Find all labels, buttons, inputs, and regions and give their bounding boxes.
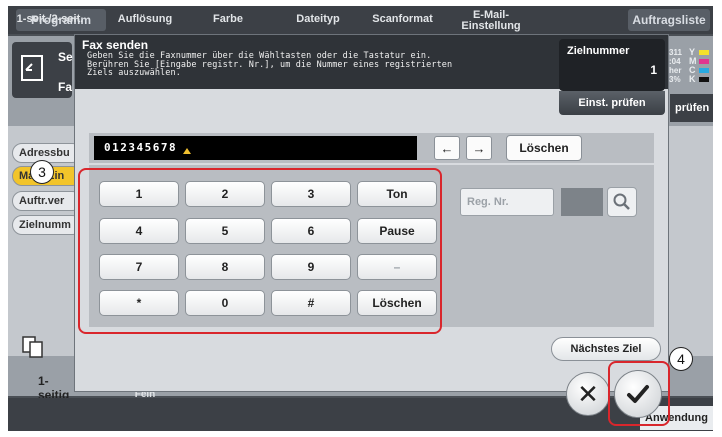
keypad-highlight-frame <box>78 168 442 334</box>
clear-number-button[interactable]: Löschen <box>506 135 582 161</box>
reg-number-display <box>561 188 603 216</box>
callout-3: 3 <box>30 160 54 184</box>
document-icon <box>21 55 43 81</box>
toner-c-bar <box>699 68 709 73</box>
duplex-panel[interactable]: 1-seitig <box>12 328 78 402</box>
toner-y-bar <box>699 50 709 55</box>
duplex-icon <box>22 336 43 358</box>
next-target-button[interactable]: Nächstes Ziel <box>551 337 661 361</box>
input-row: 012345678 ← → Löschen <box>89 133 654 163</box>
ziel-number-label: Zielnummer <box>567 45 630 57</box>
info-line-3: her <box>669 66 682 75</box>
fax-mode-label-1: Se <box>58 50 73 64</box>
info-line-2: :04 <box>669 57 681 66</box>
status-info: 311 :04 her 3% Y M C K <box>669 48 709 84</box>
side-item-adressbuch[interactable]: Adressbu <box>12 143 82 163</box>
callout-4: 4 <box>669 347 693 371</box>
fax-number-field[interactable]: 012345678 <box>94 136 417 160</box>
toner-k-bar <box>699 77 709 82</box>
bottom-tab-email-einstellung[interactable]: E-Mail- Einstellung <box>456 10 526 32</box>
dialog-instruction: Geben Sie die Faxnummer über die Wähltas… <box>87 51 453 78</box>
bottom-tab-farbe[interactable]: Farbe <box>198 14 258 25</box>
screen: Programm Auftragsliste Se Fa Adressbu Ma… <box>8 6 713 431</box>
side-item-auftragsverlauf[interactable]: Auftr.ver <box>12 191 82 211</box>
einst-pruefen-button[interactable]: Einst. prüfen <box>559 91 665 115</box>
side-item-zielnummer[interactable]: Zielnumm <box>12 215 82 235</box>
ok-highlight-frame <box>608 361 670 426</box>
toner-m-bar <box>699 59 709 64</box>
dialog-title: Fax senden <box>82 38 149 52</box>
bottom-tab-scanformat[interactable]: Scanformat <box>360 14 445 25</box>
info-line-1: 311 <box>669 48 682 57</box>
arrow-right-button[interactable]: → <box>466 136 492 160</box>
bottom-tab-duplex[interactable]: 1-seit./2-seit. <box>10 14 90 25</box>
close-icon: ✕ <box>577 378 599 409</box>
bottom-tab-aufloesung[interactable]: Auflösung <box>110 14 180 25</box>
reg-number-field[interactable]: Reg. Nr. <box>460 188 554 216</box>
toner-k-label: K <box>689 74 696 84</box>
pruefen-button[interactable]: prüfen <box>670 94 713 122</box>
ziel-number-value: 1 <box>650 63 657 77</box>
fax-mode-panel[interactable]: Se Fa <box>12 42 73 98</box>
arrow-left-button[interactable]: ← <box>434 136 460 160</box>
search-icon <box>613 193 630 210</box>
bottom-tab-dateityp[interactable]: Dateityp <box>283 14 353 25</box>
tab-auftragsliste[interactable]: Auftragsliste <box>628 9 710 31</box>
ziel-number-box: Zielnummer 1 <box>559 39 665 91</box>
fax-mode-label-2: Fa <box>58 80 73 94</box>
info-line-4: 3% <box>669 75 681 84</box>
reg-search-button[interactable] <box>607 187 637 217</box>
cursor-marker <box>183 148 191 154</box>
cancel-button[interactable]: ✕ <box>566 372 610 416</box>
